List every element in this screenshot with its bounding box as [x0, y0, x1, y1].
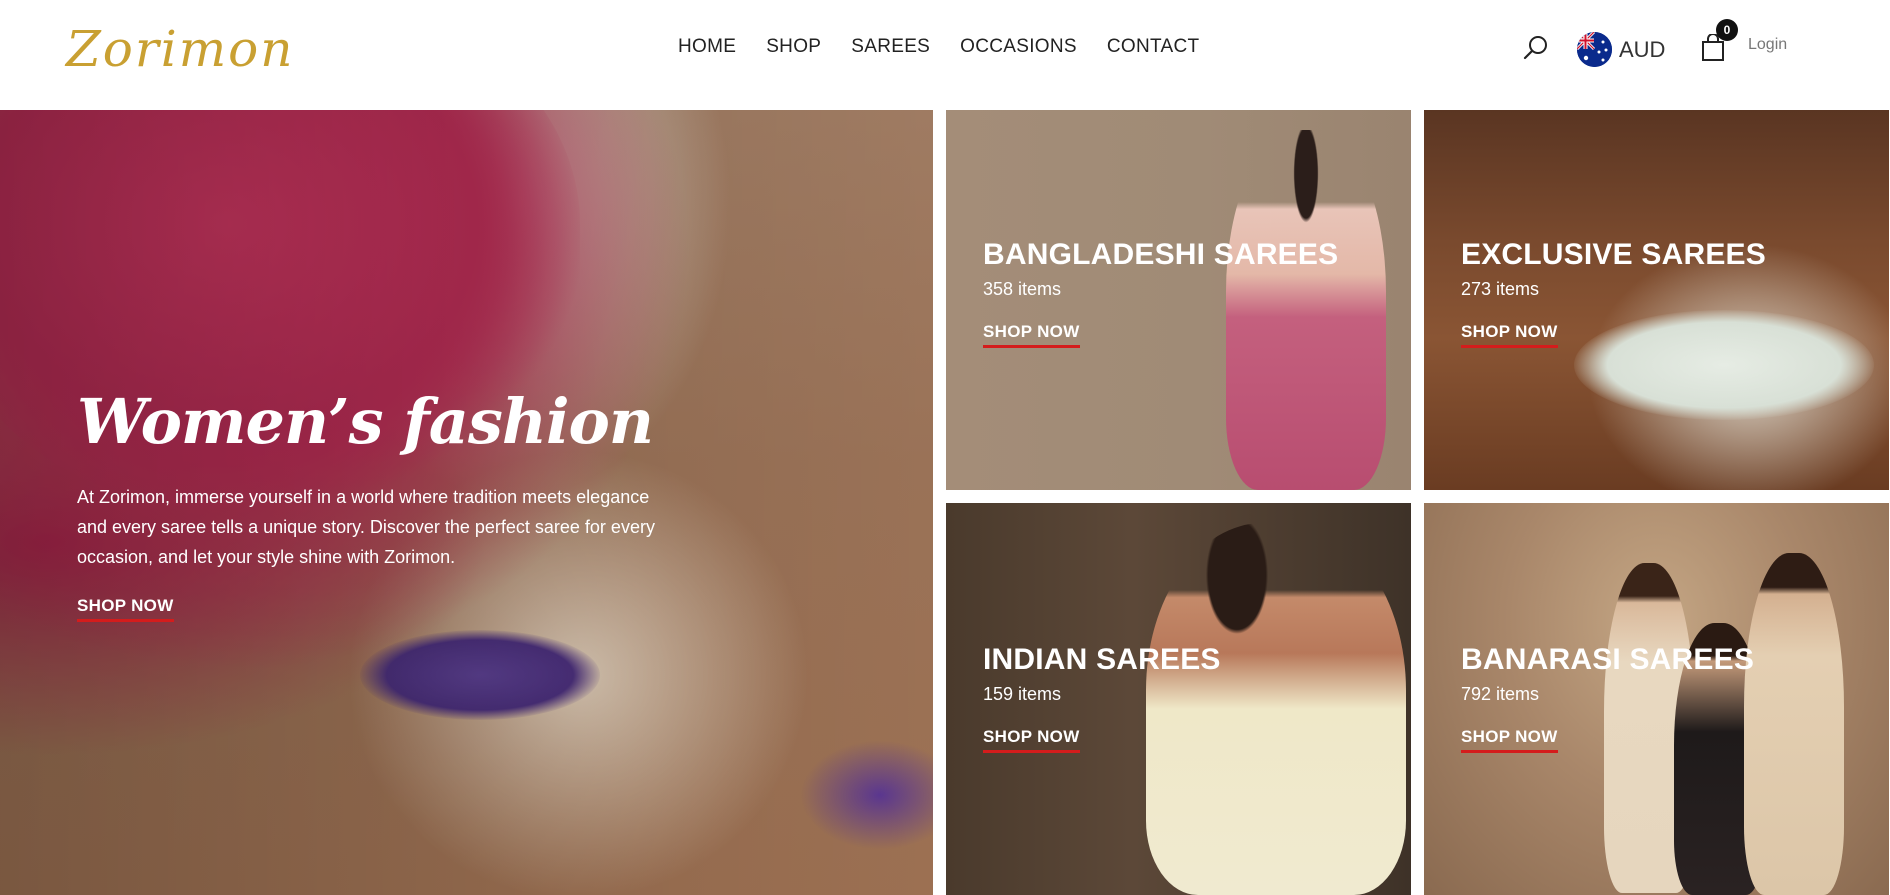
hero-banner: Women’s fashion At Zorimon, immerse your…: [0, 110, 933, 895]
category-card-indian[interactable]: INDIAN SAREES 159 items SHOP NOW: [946, 503, 1411, 895]
category-count: 273 items: [1461, 279, 1540, 299]
hero-description: At Zorimon, immerse yourself in a world …: [77, 487, 655, 567]
category-image-model: [1226, 130, 1386, 490]
currency-label: AUD: [1619, 36, 1666, 62]
site-header: Zorimon HOME SHOP SAREES OCCASIONS CONTA…: [0, 0, 1890, 110]
logo-text: Zorimon: [66, 20, 295, 78]
currency-selector[interactable]: AUD: [1577, 32, 1665, 67]
category-title: EXCLUSIVE SAREES: [1461, 238, 1766, 271]
logo[interactable]: Zorimon: [48, 14, 292, 90]
australia-flag-icon: [1577, 32, 1612, 67]
category-title: BANGLADESHI SAREES: [983, 238, 1339, 271]
category-count: 358 items: [983, 279, 1062, 299]
category-image-model: [1146, 523, 1406, 895]
nav-contact[interactable]: CONTACT: [1107, 36, 1200, 58]
hero-title: Women’s fashion: [77, 385, 654, 458]
category-shop-now-link[interactable]: SHOP NOW: [983, 727, 1080, 753]
cart-count-badge: 0: [1716, 19, 1738, 41]
login-link[interactable]: Login: [1748, 36, 1787, 54]
category-shop-now-link[interactable]: SHOP NOW: [1461, 322, 1558, 348]
main-nav: HOME SHOP SAREES OCCASIONS CONTACT: [678, 36, 1199, 58]
nav-sarees[interactable]: SAREES: [851, 36, 930, 58]
category-image-model: [1574, 310, 1874, 420]
category-title: INDIAN SAREES: [983, 643, 1221, 676]
category-count: 792 items: [1461, 684, 1540, 704]
category-card-exclusive[interactable]: EXCLUSIVE SAREES 273 items SHOP NOW: [1424, 110, 1889, 490]
category-card-bangladeshi[interactable]: BANGLADESHI SAREES 358 items SHOP NOW: [946, 110, 1411, 490]
search-icon[interactable]: [1523, 34, 1549, 60]
hero-shop-now-link[interactable]: SHOP NOW: [77, 596, 174, 622]
nav-home[interactable]: HOME: [678, 36, 736, 58]
category-image: [1424, 110, 1889, 490]
category-shop-now-link[interactable]: SHOP NOW: [1461, 727, 1558, 753]
category-title: BANARASI SAREES: [1461, 643, 1755, 676]
category-shop-now-link[interactable]: SHOP NOW: [983, 322, 1080, 348]
category-count: 159 items: [983, 684, 1062, 704]
nav-occasions[interactable]: OCCASIONS: [960, 36, 1077, 58]
category-image-model: [1744, 553, 1844, 895]
nav-shop[interactable]: SHOP: [766, 36, 821, 58]
category-card-banarasi[interactable]: BANARASI SAREES 792 items SHOP NOW: [1424, 503, 1889, 895]
